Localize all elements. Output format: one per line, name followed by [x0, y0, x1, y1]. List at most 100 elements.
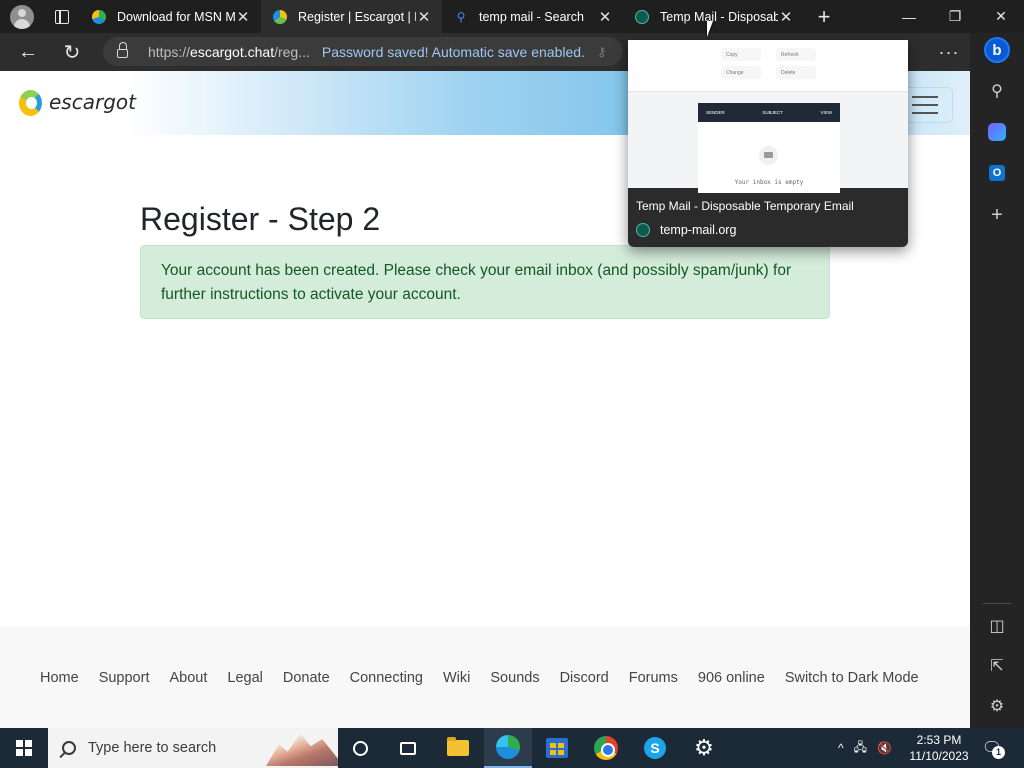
- escargot-favicon-icon: [273, 9, 287, 24]
- footer-links: Home Support About Legal Donate Connecti…: [40, 670, 919, 686]
- sidebar-search-button[interactable]: ⚲: [983, 77, 1011, 105]
- network-icon[interactable]: 🖧: [854, 738, 867, 759]
- hamburger-line-icon: [912, 104, 938, 106]
- sidebar-settings-button[interactable]: ⚙: [983, 692, 1011, 720]
- escargot-logo-icon[interactable]: [19, 90, 42, 116]
- tab-close-button[interactable]: ✕: [235, 8, 251, 26]
- footer-link-about[interactable]: About: [169, 670, 207, 686]
- task-view-button[interactable]: [384, 728, 432, 768]
- split-screen-button[interactable]: ◫: [983, 612, 1011, 640]
- hamburger-line-icon: [912, 96, 938, 98]
- footer-link-discord[interactable]: Discord: [560, 670, 609, 686]
- preview-refresh-button: Refresh: [776, 48, 816, 61]
- refresh-button[interactable]: ↻: [57, 37, 87, 67]
- bing-chat-button[interactable]: b: [983, 36, 1011, 64]
- page-title: Register - Step 2: [140, 201, 381, 237]
- mouse-cursor-icon: [707, 21, 713, 37]
- outlook-button[interactable]: O: [983, 159, 1011, 187]
- password-saved-message: Password saved! Automatic save enabled.: [321, 43, 585, 60]
- minimize-button[interactable]: —: [886, 0, 932, 33]
- tab-preview-thumbnail: Copy Refresh Change Delete SENDER SUBJEC…: [628, 40, 908, 193]
- footer-link-support[interactable]: Support: [99, 670, 150, 686]
- start-button[interactable]: [0, 728, 48, 768]
- skype-icon: S: [644, 737, 666, 759]
- tab-download-msn[interactable]: Download for MSN M ✕: [80, 0, 261, 33]
- system-tray: ^ 🖧 🔇: [838, 728, 902, 768]
- tab-register-escargot[interactable]: Register | Escargot | M ✕: [261, 0, 442, 33]
- settings-taskbar-button[interactable]: ⚙: [680, 728, 728, 768]
- restore-button[interactable]: ❐: [932, 0, 978, 33]
- gear-icon: ⚙: [694, 735, 714, 760]
- notification-count-badge: 1: [992, 746, 1005, 759]
- hamburger-line-icon: [912, 112, 938, 114]
- tab-close-button[interactable]: ✕: [416, 8, 432, 26]
- clock-time: 2:53 PM: [916, 733, 962, 747]
- tab-actions-button[interactable]: [44, 0, 80, 33]
- hover-card-title: Temp Mail - Disposable Temporary Email: [636, 199, 854, 213]
- copilot-button[interactable]: [983, 118, 1011, 146]
- tab-hover-card: Copy Refresh Change Delete SENDER SUBJEC…: [628, 40, 908, 247]
- footer-link-wiki[interactable]: Wiki: [443, 670, 470, 686]
- tab-temp-mail-search[interactable]: ⚲ temp mail - Search ✕: [442, 0, 623, 33]
- windows-taskbar: Type here to search S ⚙ ^ 🖧 🔇 2:53 PM 11…: [0, 728, 1024, 768]
- add-sidebar-app-button[interactable]: +: [983, 201, 1011, 229]
- sidebar-divider: [983, 603, 1011, 604]
- tab-close-button[interactable]: ✕: [597, 8, 613, 26]
- chrome-taskbar-button[interactable]: [582, 728, 630, 768]
- preview-copy-button: Copy: [721, 48, 761, 61]
- hover-card-site: temp-mail.org: [636, 223, 736, 237]
- tab-title: temp mail - Search: [479, 9, 584, 24]
- footer-link-connecting[interactable]: Connecting: [350, 670, 423, 686]
- bing-icon: b: [984, 37, 1010, 63]
- tab-temp-mail[interactable]: Temp Mail - Disposab ✕: [623, 0, 804, 33]
- url-text: https://escargot.chat/reg...: [148, 43, 310, 60]
- file-explorer-button[interactable]: [434, 728, 482, 768]
- profile-button[interactable]: [0, 0, 44, 33]
- footer-online-count: 906 online: [697, 670, 765, 686]
- store-icon: [546, 738, 568, 758]
- preview-change-button: Change: [721, 66, 761, 79]
- store-taskbar-button[interactable]: [533, 728, 581, 768]
- clock-date: 11/10/2023: [909, 749, 969, 763]
- key-icon[interactable]: ⚷: [597, 44, 607, 60]
- address-input[interactable]: https://escargot.chat/reg... Password sa…: [103, 37, 623, 66]
- outlook-icon: O: [989, 165, 1005, 181]
- empty-inbox-icon: [759, 146, 778, 165]
- lock-icon[interactable]: [117, 42, 128, 58]
- profile-avatar-icon: [10, 4, 34, 29]
- preview-delete-button: Delete: [776, 66, 816, 79]
- task-view-icon: [400, 741, 416, 755]
- open-external-button[interactable]: ⇱: [983, 652, 1011, 680]
- preview-inbox-header: SENDER SUBJECT VIEW: [698, 103, 840, 122]
- footer-link-forums[interactable]: Forums: [629, 670, 678, 686]
- footer-link-sounds[interactable]: Sounds: [490, 670, 539, 686]
- footer-link-home[interactable]: Home: [40, 670, 79, 686]
- tray-chevron-icon[interactable]: ^: [838, 741, 844, 755]
- preview-toolbar: Copy Refresh Change Delete: [628, 40, 908, 92]
- settings-and-more-button[interactable]: ···: [934, 37, 964, 67]
- windows-logo-icon: [16, 740, 32, 756]
- taskbar-clock[interactable]: 2:53 PM 11/10/2023: [905, 732, 973, 764]
- chrome-icon: [594, 736, 618, 760]
- volume-muted-icon[interactable]: 🔇: [877, 741, 892, 755]
- cortana-button[interactable]: [336, 728, 384, 768]
- browser-tab-bar: Download for MSN M ✕ Register | Escargot…: [0, 0, 1024, 33]
- search-highlight-image: [266, 733, 338, 766]
- edge-sidebar: b ⚲ O + ◫ ⇱ ⚙: [970, 33, 1024, 728]
- edge-taskbar-button[interactable]: [484, 728, 532, 768]
- success-alert: Your account has been created. Please ch…: [140, 245, 830, 319]
- tab-close-button[interactable]: ✕: [778, 8, 794, 26]
- footer-link-donate[interactable]: Donate: [283, 670, 330, 686]
- site-name[interactable]: escargot: [49, 90, 136, 114]
- skype-taskbar-button[interactable]: S: [631, 728, 679, 768]
- preview-empty-text: Your inbox is empty: [734, 179, 804, 186]
- back-button[interactable]: ←: [13, 37, 43, 67]
- footer-link-legal[interactable]: Legal: [227, 670, 262, 686]
- dark-mode-toggle[interactable]: Switch to Dark Mode: [785, 670, 919, 686]
- site-footer: Home Support About Legal Donate Connecti…: [0, 626, 970, 728]
- new-tab-button[interactable]: +: [804, 0, 844, 33]
- vertical-tabs-icon: [55, 9, 69, 24]
- taskbar-search-placeholder: Type here to search: [88, 740, 217, 756]
- taskbar-search-box[interactable]: Type here to search: [48, 728, 338, 768]
- close-window-button[interactable]: ✕: [978, 0, 1024, 33]
